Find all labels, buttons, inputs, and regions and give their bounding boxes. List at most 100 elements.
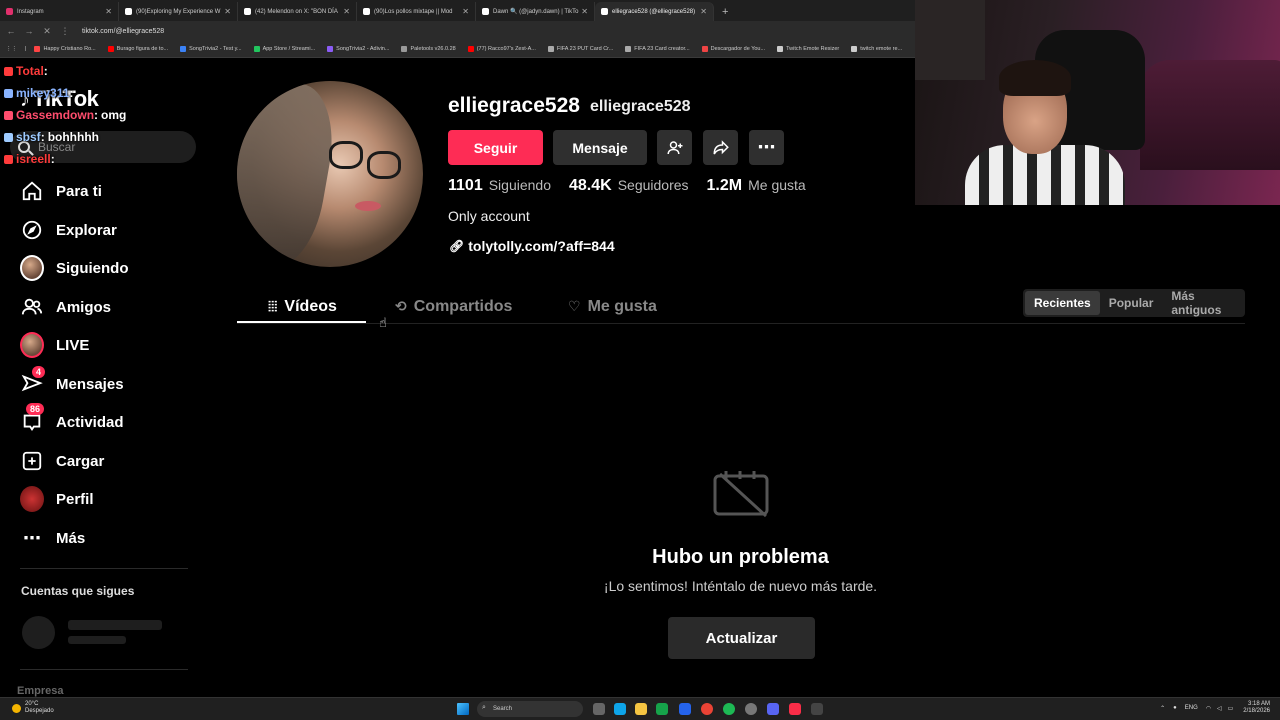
url-field[interactable]: tiktok.com/@elliegrace528 <box>82 28 164 35</box>
sidebar-item-amigos[interactable]: Amigos <box>20 292 111 322</box>
forward-icon[interactable]: → <box>22 26 36 36</box>
taskbar-search[interactable]: ⌕ Search <box>477 701 583 717</box>
loading-skeleton-line <box>68 636 126 644</box>
browser-tab[interactable]: Instagram ✕ <box>0 2 119 21</box>
mic-icon[interactable]: ● <box>1173 705 1177 711</box>
x-icon <box>244 8 251 15</box>
music-icon[interactable] <box>789 703 801 715</box>
sidebar-item-actividad[interactable]: 86 Actividad <box>20 403 124 437</box>
close-tab-icon[interactable]: ✕ <box>462 7 469 16</box>
sidebar-item-mas[interactable]: ⋯ Más <box>20 523 85 553</box>
discord-icon[interactable] <box>767 703 779 715</box>
follow-button[interactable]: Seguir <box>448 130 543 165</box>
activity-badge: 86 <box>26 403 45 415</box>
share-button[interactable] <box>703 130 738 165</box>
file-explorer-icon[interactable] <box>635 703 647 715</box>
browser-tab[interactable]: Dawn 🔍 (@jadyn.dawn) | TikTo ✕ <box>476 2 595 21</box>
back-icon[interactable]: ← <box>4 26 18 36</box>
bookmark-item[interactable]: Paletools v26.0.28 <box>401 46 456 52</box>
volume-icon[interactable]: ◁ <box>1217 705 1222 712</box>
browser-tab[interactable]: (42) Melendon on X: "BON DÍA ✕ <box>238 2 357 21</box>
close-tab-icon[interactable]: ✕ <box>224 7 231 16</box>
bookmark-item[interactable]: App Store / Streami... <box>253 46 315 52</box>
wifi-icon[interactable]: ◠ <box>1206 705 1211 712</box>
sidebar-item-siguiendo[interactable]: Siguiendo <box>20 253 129 283</box>
browser-tab-active[interactable]: elliegrace528 (@elliegrace528) ✕ <box>595 2 714 21</box>
bookmark-item[interactable]: Burago figura de to... <box>107 46 168 52</box>
close-tab-icon[interactable]: ✕ <box>581 7 588 16</box>
store-icon[interactable] <box>656 703 668 715</box>
edge-icon[interactable] <box>614 703 626 715</box>
tab-me-gusta[interactable]: ♡ Me gusta <box>568 290 657 323</box>
chat-username: sbsf <box>16 130 41 144</box>
language-indicator[interactable]: ENG <box>1185 705 1198 711</box>
tab-compartidos[interactable]: ⟲ Compartidos <box>395 290 512 323</box>
browser-tab[interactable]: (90)Exploring My Experience W ✕ <box>119 2 238 21</box>
close-tab-icon[interactable]: ✕ <box>343 7 350 16</box>
weather-widget[interactable]: 20°C Despejado <box>12 701 54 715</box>
stop-icon[interactable]: ✕ <box>40 26 54 37</box>
sort-popular[interactable]: Popular <box>1100 291 1163 315</box>
following-section-title: Cuentas que sigues <box>21 584 135 598</box>
chat-username: Gassemdown <box>16 108 95 122</box>
weather-icon <box>12 703 21 713</box>
bookmark-item[interactable]: Descargador de You... <box>701 46 765 52</box>
bookmark-item[interactable]: FIFA 23 PUT Card Cr... <box>547 46 613 52</box>
chat-separator: : <box>69 86 74 100</box>
sidebar-item-live[interactable]: LIVE <box>20 330 89 360</box>
bookmark-item[interactable]: Happy Cristiano Ro... <box>34 46 96 52</box>
bookmark-item[interactable]: FIFA 23 Card creator... <box>625 46 690 52</box>
sidebar-item-para-ti[interactable]: Para ti <box>20 176 102 206</box>
sidebar-item-cargar[interactable]: Cargar <box>20 446 104 476</box>
battery-icon[interactable]: ▭ <box>1228 705 1234 712</box>
new-tab-button[interactable]: + <box>722 6 728 18</box>
message-button[interactable]: Mensaje <box>553 130 647 165</box>
bookmark-item[interactable]: (77) Racco97's Zest-A... <box>467 46 536 52</box>
obs-icon[interactable] <box>745 703 757 715</box>
task-view-icon[interactable] <box>593 703 605 715</box>
sort-mas-antiguos[interactable]: Más antiguos <box>1162 289 1243 317</box>
spotify-icon[interactable] <box>723 703 735 715</box>
mail-icon[interactable] <box>679 703 691 715</box>
sidebar-item-perfil[interactable]: Perfil <box>20 484 94 514</box>
chat-separator: : <box>94 108 99 122</box>
chevron-up-icon[interactable]: ⌃ <box>1160 705 1165 712</box>
bookmark-favicon-icon <box>547 46 554 52</box>
stat-following[interactable]: 1101 Siguiendo <box>448 177 551 195</box>
chrome-icon[interactable] <box>701 703 713 715</box>
close-tab-icon[interactable]: ✕ <box>700 7 707 16</box>
refresh-button[interactable]: Actualizar <box>668 617 815 659</box>
more-icon: ⋯ <box>23 527 41 548</box>
bookmark-item[interactable]: SongTrivia2 - Test y... <box>180 46 242 52</box>
send-icon: 4 <box>20 366 46 396</box>
profile-avatar[interactable] <box>237 81 423 267</box>
chat-badge-icon <box>4 88 13 98</box>
grid-icon: ⦙⦙⦙ <box>268 298 278 314</box>
apps-icon[interactable]: ⋮⋮ <box>6 46 17 52</box>
bookmark-item[interactable]: twitch emote re... <box>851 46 902 52</box>
more-options-button[interactable]: ⋯ <box>749 130 784 165</box>
footer-link-empresa[interactable]: Empresa <box>17 685 63 697</box>
bookmark-item[interactable]: Twitch Emote Resizer <box>777 46 839 52</box>
sofa <box>1140 60 1280 170</box>
clock[interactable]: 3:18 AM 2/18/2026 <box>1243 701 1270 715</box>
add-friend-button[interactable] <box>657 130 692 165</box>
start-button[interactable] <box>457 703 469 715</box>
close-tab-icon[interactable]: ✕ <box>105 7 112 16</box>
app-icon[interactable] <box>811 703 823 715</box>
sidebar-item-explorar[interactable]: Explorar <box>20 215 117 245</box>
bookmark-item[interactable]: SongTrivia2 - Adivin... <box>327 46 389 52</box>
profile-link[interactable]: 🔗︎ tolytolly.com/?aff=844 <box>449 238 615 254</box>
inbox-icon: 86 <box>20 403 45 434</box>
bookmark-favicon-icon <box>253 46 260 52</box>
webcam-overlay <box>915 0 1280 205</box>
site-info-icon[interactable]: ⋮ <box>58 26 72 37</box>
browser-tab[interactable]: (90)Los pollos mixtape || Mod ✕ <box>357 2 476 21</box>
sort-toggle: Recientes Popular Más antiguos <box>1023 289 1245 317</box>
active-tab-underline <box>237 321 366 323</box>
stat-followers[interactable]: 48.4K Seguidores <box>569 177 689 195</box>
tab-videos[interactable]: ⦙⦙⦙ Vídeos <box>268 290 337 323</box>
sidebar-item-mensajes[interactable]: 4 Mensajes <box>20 366 124 399</box>
search-icon: ⌕ <box>482 704 486 711</box>
sort-recientes[interactable]: Recientes <box>1025 291 1100 315</box>
